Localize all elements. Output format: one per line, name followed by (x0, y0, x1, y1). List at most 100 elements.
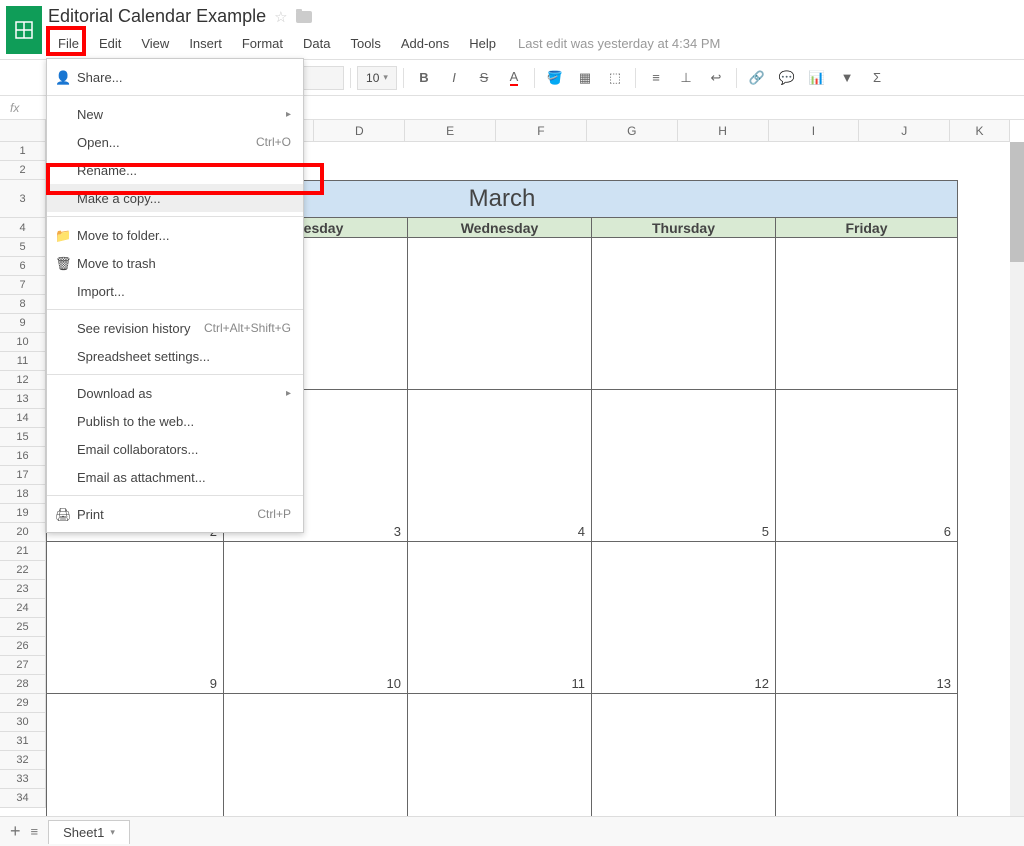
file-open[interactable]: Open...Ctrl+O (47, 128, 303, 156)
menu-addons[interactable]: Add-ons (391, 32, 459, 55)
functions-icon[interactable]: Σ (863, 64, 891, 92)
row-31[interactable]: 31 (0, 732, 45, 751)
last-edit-text[interactable]: Last edit was yesterday at 4:34 PM (506, 36, 720, 51)
valign-icon[interactable]: ⊥ (672, 64, 700, 92)
calendar-cell[interactable]: 16 (46, 694, 224, 816)
calendar-cell[interactable]: 12 (592, 542, 776, 694)
file-email-collab[interactable]: Email collaborators... (47, 435, 303, 463)
star-icon[interactable]: ☆ (274, 8, 287, 26)
row-6[interactable]: 6 (0, 257, 45, 276)
calendar-cell[interactable]: 9 (46, 542, 224, 694)
row-7[interactable]: 7 (0, 276, 45, 295)
row-27[interactable]: 27 (0, 656, 45, 675)
cal-head-wed[interactable]: Wednesday (408, 218, 592, 238)
calendar-cell[interactable]: 17 (224, 694, 408, 816)
row-2[interactable]: 2 (0, 161, 45, 180)
file-download[interactable]: Download as▸ (47, 379, 303, 407)
calendar-cell[interactable]: 6 (776, 390, 958, 542)
cal-head-thu[interactable]: Thursday (592, 218, 776, 238)
calendar-cell[interactable]: 10 (224, 542, 408, 694)
menu-tools[interactable]: Tools (340, 32, 390, 55)
strike-icon[interactable]: S (470, 64, 498, 92)
calendar-cell[interactable]: 19 (592, 694, 776, 816)
comment-icon[interactable]: 💬 (773, 64, 801, 92)
menu-insert[interactable]: Insert (179, 32, 232, 55)
italic-icon[interactable]: I (440, 64, 468, 92)
row-4[interactable]: 4 (0, 218, 45, 238)
row-19[interactable]: 19 (0, 504, 45, 523)
file-new[interactable]: New▸ (47, 100, 303, 128)
row-11[interactable]: 11 (0, 352, 45, 371)
row-17[interactable]: 17 (0, 466, 45, 485)
row-30[interactable]: 30 (0, 713, 45, 732)
merge-icon[interactable]: ⬚ (601, 64, 629, 92)
col-G[interactable]: G (587, 120, 678, 141)
calendar-cell[interactable]: 13 (776, 542, 958, 694)
calendar-cell[interactable]: 18 (408, 694, 592, 816)
filter-icon[interactable]: ▼ (833, 64, 861, 92)
col-K[interactable]: K (950, 120, 1010, 141)
row-14[interactable]: 14 (0, 409, 45, 428)
wrap-icon[interactable]: ↩ (702, 64, 730, 92)
row-3[interactable]: 3 (0, 180, 45, 218)
chart-icon[interactable]: 📊 (803, 64, 831, 92)
file-share[interactable]: 👤 Share... (47, 63, 303, 91)
calendar-cell[interactable] (776, 238, 958, 390)
row-24[interactable]: 24 (0, 599, 45, 618)
row-34[interactable]: 34 (0, 789, 45, 808)
file-email-attach[interactable]: Email as attachment... (47, 463, 303, 491)
halign-icon[interactable]: ≡ (642, 64, 670, 92)
row-18[interactable]: 18 (0, 485, 45, 504)
file-move-folder[interactable]: 📁 Move to folder... (47, 221, 303, 249)
add-sheet-icon[interactable]: + (10, 821, 21, 842)
row-10[interactable]: 10 (0, 333, 45, 352)
sheet-tab-1[interactable]: Sheet1▾ (48, 820, 130, 844)
col-I[interactable]: I (769, 120, 860, 141)
row-8[interactable]: 8 (0, 295, 45, 314)
file-publish[interactable]: Publish to the web... (47, 407, 303, 435)
row-20[interactable]: 20 (0, 523, 45, 542)
file-revisions[interactable]: See revision historyCtrl+Alt+Shift+G (47, 314, 303, 342)
file-move-trash[interactable]: 🗑 Move to trash (47, 249, 303, 277)
row-12[interactable]: 12 (0, 371, 45, 390)
select-all-corner[interactable] (0, 120, 46, 142)
row-28[interactable]: 28 (0, 675, 45, 694)
file-settings[interactable]: Spreadsheet settings... (47, 342, 303, 370)
row-15[interactable]: 15 (0, 428, 45, 447)
col-F[interactable]: F (496, 120, 587, 141)
row-23[interactable]: 23 (0, 580, 45, 599)
vertical-scrollbar[interactable] (1010, 142, 1024, 816)
row-33[interactable]: 33 (0, 770, 45, 789)
row-26[interactable]: 26 (0, 637, 45, 656)
menu-format[interactable]: Format (232, 32, 293, 55)
borders-icon[interactable]: ▦ (571, 64, 599, 92)
row-22[interactable]: 22 (0, 561, 45, 580)
calendar-cell[interactable]: 11 (408, 542, 592, 694)
bold-icon[interactable]: B (410, 64, 438, 92)
row-16[interactable]: 16 (0, 447, 45, 466)
menu-help[interactable]: Help (459, 32, 506, 55)
row-25[interactable]: 25 (0, 618, 45, 637)
fillcolor-icon[interactable]: 🪣 (541, 64, 569, 92)
doc-title[interactable]: Editorial Calendar Example (48, 6, 266, 27)
row-13[interactable]: 13 (0, 390, 45, 409)
col-D[interactable]: D (314, 120, 405, 141)
file-import[interactable]: Import... (47, 277, 303, 305)
calendar-cell[interactable]: 5 (592, 390, 776, 542)
row-21[interactable]: 21 (0, 542, 45, 561)
file-print[interactable]: 🖨 PrintCtrl+P (47, 500, 303, 528)
calendar-cell[interactable]: 4 (408, 390, 592, 542)
row-32[interactable]: 32 (0, 751, 45, 770)
row-29[interactable]: 29 (0, 694, 45, 713)
row-1[interactable]: 1 (0, 142, 45, 161)
all-sheets-icon[interactable]: ≡ (31, 824, 39, 839)
row-5[interactable]: 5 (0, 238, 45, 257)
cal-head-fri[interactable]: Friday (776, 218, 958, 238)
row-9[interactable]: 9 (0, 314, 45, 333)
col-J[interactable]: J (859, 120, 950, 141)
menu-view[interactable]: View (131, 32, 179, 55)
menu-edit[interactable]: Edit (89, 32, 131, 55)
folder-icon[interactable] (296, 11, 312, 23)
menu-data[interactable]: Data (293, 32, 340, 55)
col-H[interactable]: H (678, 120, 769, 141)
